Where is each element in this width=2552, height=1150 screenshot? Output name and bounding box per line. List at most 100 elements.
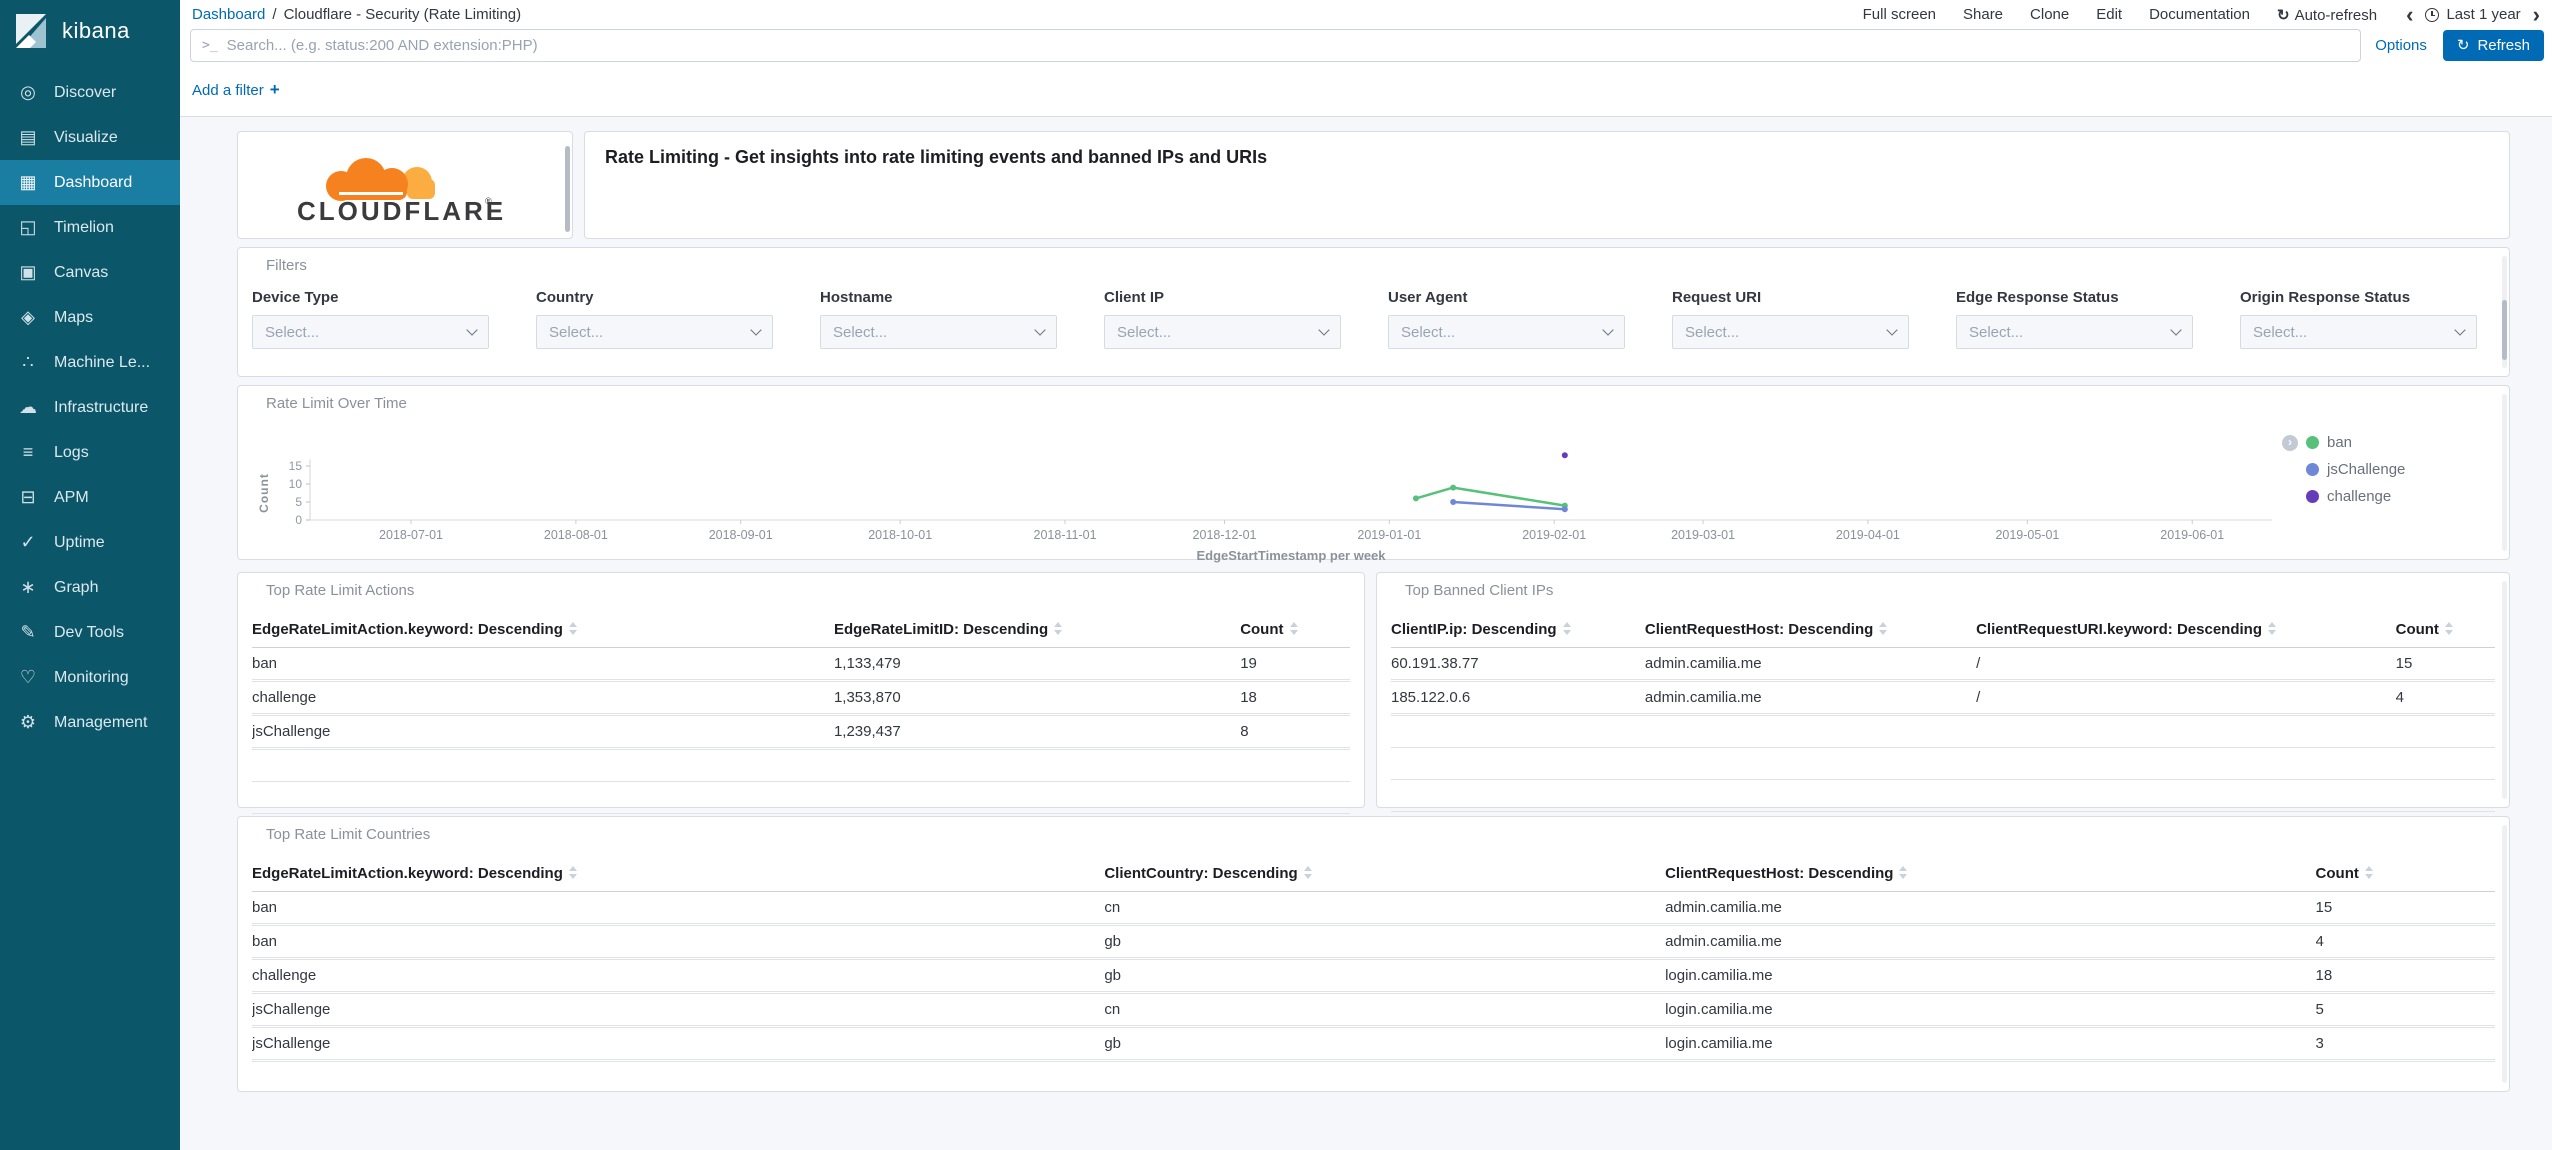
column-header[interactable]: EdgeRateLimitAction.keyword: Descending (252, 857, 1105, 892)
table-row: jsChallenge cn login.camilia.me 5 (252, 992, 2495, 1028)
filter-origin-response-status: Origin Response Status Select... (2240, 289, 2477, 349)
panel-scrollbar[interactable] (565, 146, 570, 232)
filter-select-device-type[interactable]: Select... (252, 315, 489, 349)
legend-toggle-icon[interactable]: › (2282, 434, 2298, 451)
panel-title: Top Rate Limit Actions (266, 582, 415, 599)
column-header[interactable]: ClientRequestHost: Descending (1665, 857, 2316, 892)
auto-refresh-button[interactable]: ↻ Auto-refresh (2277, 6, 2377, 24)
column-header[interactable]: ClientIP.ip: Descending (1391, 613, 1645, 648)
table-row: 185.122.0.6 admin.camilia.me/4 (1391, 680, 2495, 716)
sort-icon[interactable] (2444, 622, 2454, 635)
filter-controls: Device Type Select... Country Select... Host… (252, 289, 2495, 349)
menu-item-clone[interactable]: Clone (2030, 6, 2069, 23)
sort-icon[interactable] (1054, 622, 1063, 635)
sort-icon[interactable] (2267, 622, 2277, 635)
sidebar-item-graph[interactable]: ∗ Graph (0, 565, 180, 610)
sidebar-item-logs[interactable]: ≡ Logs (0, 430, 180, 475)
time-forward-button[interactable]: › (2531, 3, 2542, 26)
panel-scrollbar[interactable] (2502, 300, 2507, 360)
sidebar-item-dashboard[interactable]: ▦ Dashboard (0, 160, 180, 205)
line-chart[interactable]: 0 5 10 15 2018-07-01 2018-08-01 2018-09-01 2018… (252, 414, 2282, 569)
table-empty-row (1391, 779, 2495, 812)
filter-select-hostname[interactable]: Select... (820, 315, 1057, 349)
column-header[interactable]: Count (1240, 613, 1350, 648)
sidebar-item-apm[interactable]: ⊟ APM (0, 475, 180, 520)
svg-text:2019-04-01: 2019-04-01 (1836, 528, 1900, 542)
sort-icon[interactable] (1879, 622, 1888, 635)
legend-item-jsChallenge[interactable]: jsChallenge (2306, 461, 2497, 478)
sort-icon[interactable] (1289, 622, 1299, 635)
column-header[interactable]: Count (2395, 613, 2495, 648)
select-placeholder: Select... (1685, 323, 1740, 341)
plus-icon[interactable]: + (270, 80, 280, 100)
sort-icon[interactable] (568, 866, 578, 879)
sidebar-item-uptime[interactable]: ✓ Uptime (0, 520, 180, 565)
rate-limit-over-time-panel: Rate Limit Over Time 0 5 10 15 2018-07-01 201… (237, 385, 2510, 563)
svg-text:Count: Count (257, 473, 271, 513)
svg-text:2019-06-01: 2019-06-01 (2160, 528, 2224, 542)
table-cell: gb (1104, 1026, 1666, 1062)
discover-icon: ◎ (20, 82, 36, 102)
legend-label: ban (2327, 434, 2353, 451)
kibana-logo[interactable]: kibana (0, 0, 180, 62)
menu-item-documentation[interactable]: Documentation (2149, 6, 2250, 23)
filter-select-origin-response-status[interactable]: Select... (2240, 315, 2477, 349)
sort-icon[interactable] (2364, 866, 2374, 879)
menu-item-share[interactable]: Share (1963, 6, 2003, 23)
table-cell: ban (252, 924, 1105, 960)
time-back-button[interactable]: ‹ (2404, 3, 2415, 26)
menu-item-full-screen[interactable]: Full screen (1863, 6, 1936, 23)
column-header[interactable]: EdgeRateLimitID: Descending (833, 613, 1241, 648)
sidebar-item-visualize[interactable]: ▤ Visualize (0, 115, 180, 160)
sidebar-item-monitoring[interactable]: ♡ Monitoring (0, 655, 180, 700)
dashboard-description: Rate Limiting - Get insights into rate l… (605, 147, 1268, 167)
breadcrumb-dashboard-link[interactable]: Dashboard (192, 6, 265, 23)
sort-icon[interactable] (1303, 866, 1313, 879)
chevron-down-icon (1318, 324, 1330, 336)
table-cell: 60.191.38.77 (1391, 647, 1645, 682)
sidebar-item-maps[interactable]: ◈ Maps (0, 295, 180, 340)
filter-select-country[interactable]: Select... (536, 315, 773, 349)
menu-item-edit[interactable]: Edit (2096, 6, 2122, 23)
add-filter-link[interactable]: Add a filter (192, 82, 264, 99)
refresh-button[interactable]: ↻ Refresh (2442, 29, 2544, 61)
sidebar-item-timelion[interactable]: ◱ Timelion (0, 205, 180, 250)
svg-text:15: 15 (289, 459, 303, 473)
dev-tools-icon: ✎ (20, 622, 36, 642)
column-header[interactable]: ClientRequestURI.keyword: Descending (1976, 613, 2396, 648)
sidebar-item-canvas[interactable]: ▣ Canvas (0, 250, 180, 295)
legend-item-ban[interactable]: › ban (2282, 434, 2497, 451)
legend-item-challenge[interactable]: challenge (2306, 488, 2497, 505)
search-input[interactable] (226, 36, 2350, 54)
dashboard-description-panel: Rate Limiting - Get insights into rate l… (584, 131, 2510, 239)
chevron-down-icon (1602, 324, 1614, 336)
svg-text:2018-11-01: 2018-11-01 (1034, 528, 1097, 542)
table-empty-row (1391, 747, 2495, 780)
sort-icon[interactable] (568, 622, 578, 635)
filter-select-edge-response-status[interactable]: Select... (1956, 315, 2193, 349)
table-cell: gb (1104, 958, 1666, 994)
filter-select-request-uri[interactable]: Select... (1672, 315, 1909, 349)
column-header[interactable]: ClientCountry: Descending (1104, 857, 1666, 892)
sidebar-item-management[interactable]: ⚙ Management (0, 700, 180, 745)
visualize-icon: ▤ (19, 127, 37, 147)
column-header[interactable]: EdgeRateLimitAction.keyword: Descending (252, 613, 834, 648)
sort-icon[interactable] (1562, 622, 1572, 635)
cloudflare-logo: CLOUDFLARE ® (297, 158, 503, 224)
filter-select-user-agent[interactable]: Select... (1388, 315, 1625, 349)
filters-panel: Filters Device Type Select... Country Selec… (237, 247, 2510, 377)
search-box[interactable]: >_ (190, 28, 2362, 62)
options-link[interactable]: Options (2375, 37, 2427, 54)
sidebar-item-infrastructure[interactable]: ☁ Infrastructure (0, 385, 180, 430)
sidebar-item-dev-tools[interactable]: ✎ Dev Tools (0, 610, 180, 655)
sidebar-item-machine-learning[interactable]: ∴ Machine Le... (0, 340, 180, 385)
column-header[interactable]: Count (2315, 857, 2495, 892)
time-range-picker[interactable]: Last 1 year (2425, 6, 2521, 23)
sort-icon[interactable] (1899, 866, 1908, 879)
sidebar-item-label: Uptime (54, 533, 105, 551)
filter-select-client-ip[interactable]: Select... (1104, 315, 1341, 349)
chevron-down-icon (1034, 324, 1046, 336)
sidebar-item-discover[interactable]: ◎ Discover (0, 70, 180, 115)
table-cell: 18 (1240, 680, 1350, 716)
column-header[interactable]: ClientRequestHost: Descending (1644, 613, 1977, 648)
